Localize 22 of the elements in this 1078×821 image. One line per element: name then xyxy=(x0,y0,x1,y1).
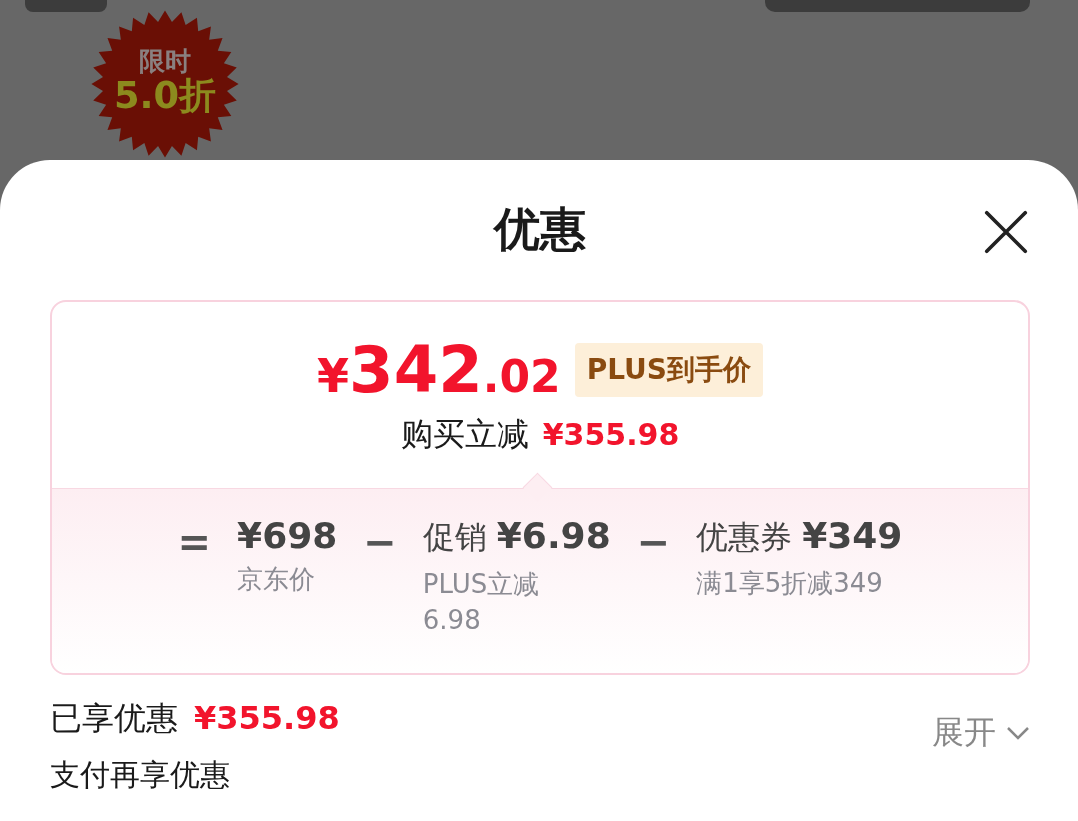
saving-amount: ¥355.98 xyxy=(542,417,680,452)
close-icon[interactable] xyxy=(984,210,1028,254)
amount: ¥6.98 xyxy=(496,515,611,556)
discount-label: 优惠券 xyxy=(696,517,793,558)
enjoyed-amount: ¥355.98 xyxy=(194,699,340,737)
operator-sign: − xyxy=(363,519,397,565)
amount: ¥349 xyxy=(802,515,903,556)
amount-note: 京东价 xyxy=(237,563,317,596)
saving-label: 购买立减 xyxy=(400,414,529,455)
section-heading: 支付再享优惠 xyxy=(50,756,231,794)
discount-label: 促销 xyxy=(422,517,487,558)
amount-note: 满1享5折减349 xyxy=(696,567,884,600)
amount-note: PLUS立减 6.98 xyxy=(422,568,541,638)
operator-sign: − xyxy=(636,519,671,565)
price-tag: PLUS到手价 xyxy=(574,343,763,397)
sheet-title: 优惠 xyxy=(494,201,586,258)
chevron-icon xyxy=(1006,726,1030,740)
enjoyed-label: 已享优惠 xyxy=(50,698,178,739)
expand-button[interactable]: 展开 xyxy=(932,711,1030,755)
operator-sign: = xyxy=(177,519,212,565)
amount: ¥698 xyxy=(237,515,338,556)
final-price: ¥342.02 xyxy=(317,333,561,407)
